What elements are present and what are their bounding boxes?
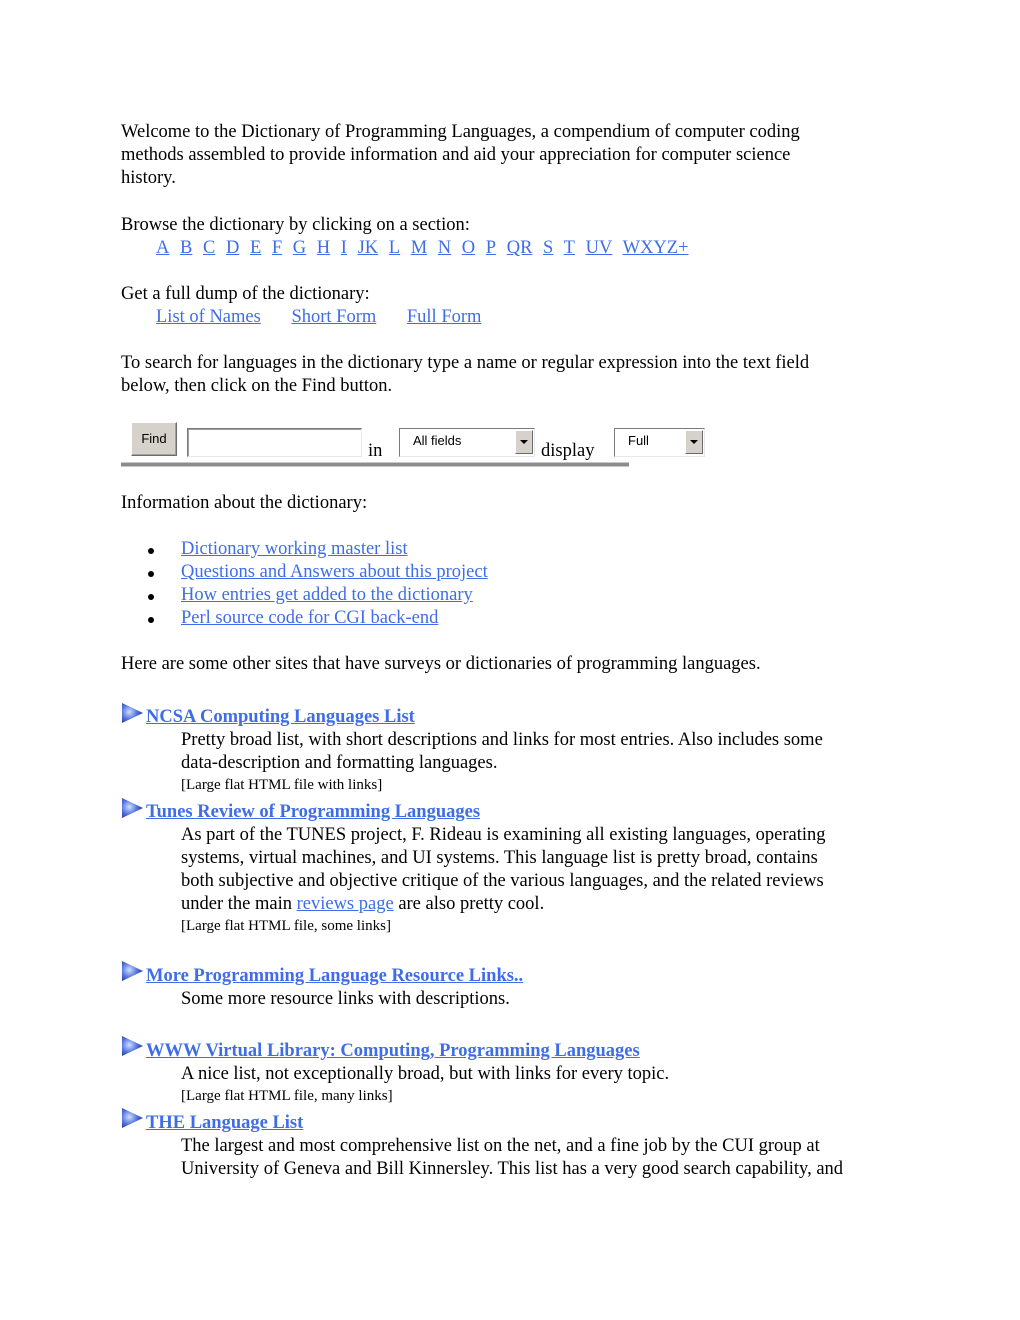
- field-select[interactable]: All fields: [399, 428, 535, 457]
- description-line: Pretty broad list, with short descriptio…: [181, 730, 823, 750]
- section-link-f[interactable]: F: [272, 238, 282, 258]
- search-form: Find in All fields display Full: [121, 421, 705, 469]
- section-link-m[interactable]: M: [411, 238, 427, 258]
- site-note: [Large flat HTML file, many links]: [181, 1088, 393, 1104]
- site-note: [Large flat HTML file, some links]: [181, 918, 391, 934]
- section-link-jk[interactable]: JK: [358, 238, 379, 258]
- section-link-h[interactable]: H: [317, 238, 330, 258]
- browse-label: Browse the dictionary by clicking on a s…: [121, 215, 470, 235]
- description-line: A nice list, not exceptionally broad, bu…: [181, 1064, 670, 1084]
- list-item: How entries get added to the dictionary: [121, 584, 488, 607]
- section-link-qr[interactable]: QR: [507, 238, 533, 258]
- language-list-link[interactable]: THE Language List: [146, 1112, 303, 1135]
- description-line: systems, virtual machines, and UI system…: [181, 848, 818, 868]
- site-note: [Large flat HTML file with links]: [181, 777, 383, 793]
- intro-line: Welcome to the Dictionary of Programming…: [121, 122, 800, 142]
- description-line: data-description and formatting language…: [181, 753, 498, 773]
- section-link-l[interactable]: L: [389, 238, 400, 258]
- field-select-value: All fields: [413, 433, 462, 448]
- arrow-bullet-icon: [122, 703, 143, 723]
- search-instructions: To search for languages in the dictionar…: [121, 352, 809, 398]
- tunes-review-link[interactable]: Tunes Review of Programming Languages: [146, 801, 480, 824]
- section-link-p[interactable]: P: [486, 238, 496, 258]
- chevron-down-icon[interactable]: [515, 430, 533, 454]
- section-link-c[interactable]: C: [203, 238, 215, 258]
- arrow-bullet-icon: [122, 1036, 143, 1056]
- info-label: Information about the dictionary:: [121, 493, 368, 513]
- chevron-down-icon[interactable]: [685, 430, 703, 454]
- section-link-wxyz[interactable]: WXYZ+: [623, 238, 689, 258]
- list-item: Dictionary working master list: [121, 538, 488, 561]
- description-line: The largest and most comprehensive list …: [181, 1136, 820, 1156]
- section-link-a[interactable]: A: [156, 238, 169, 258]
- list-of-names-link[interactable]: List of Names: [156, 307, 261, 327]
- description-text: are also pretty cool.: [393, 894, 545, 914]
- search-input[interactable]: [187, 428, 362, 457]
- www-virtual-library-link[interactable]: WWW Virtual Library: Computing, Programm…: [146, 1040, 640, 1063]
- short-form-link[interactable]: Short Form: [291, 307, 376, 327]
- description-line: both subjective and objective critique o…: [181, 871, 824, 891]
- description-line: under the main reviews page are also pre…: [181, 893, 911, 916]
- section-link-e[interactable]: E: [250, 238, 261, 258]
- dump-links: List of Names Short Form Full Form: [156, 306, 507, 329]
- full-form-link[interactable]: Full Form: [407, 307, 482, 327]
- intro-line: methods assembled to provide information…: [121, 145, 791, 165]
- more-resources-link[interactable]: More Programming Language Resource Links…: [146, 965, 523, 988]
- list-item: Questions and Answers about this project: [121, 561, 488, 584]
- arrow-bullet-icon: [122, 1108, 143, 1128]
- display-select[interactable]: Full: [614, 428, 705, 457]
- description-line: University of Geneva and Bill Kinnersley…: [181, 1159, 844, 1179]
- description-text: under the main: [181, 894, 297, 914]
- other-sites-label: Here are some other sites that have surv…: [121, 654, 761, 674]
- master-list-link[interactable]: Dictionary working master list: [181, 539, 408, 559]
- section-index: A B C D E F G H I JK L M N O P QR S T UV…: [156, 237, 695, 260]
- display-select-value: Full: [628, 433, 649, 448]
- qa-link[interactable]: Questions and Answers about this project: [181, 562, 488, 582]
- section-link-s[interactable]: S: [543, 238, 553, 258]
- list-item: Perl source code for CGI back-end: [121, 607, 488, 630]
- section-link-d[interactable]: D: [226, 238, 239, 258]
- search-instructions-line: To search for languages in the dictionar…: [121, 353, 810, 373]
- in-label: in: [368, 441, 383, 461]
- reviews-page-link[interactable]: reviews page: [297, 894, 394, 914]
- section-link-o[interactable]: O: [462, 238, 475, 258]
- site-description: The largest and most comprehensive list …: [181, 1135, 911, 1181]
- section-link-uv[interactable]: UV: [586, 238, 613, 258]
- search-instructions-line: below, then click on the Find button.: [121, 376, 393, 396]
- entries-added-link[interactable]: How entries get added to the dictionary: [181, 585, 473, 605]
- intro-line: history.: [121, 168, 176, 188]
- section-link-i[interactable]: I: [341, 238, 347, 258]
- site-description: As part of the TUNES project, F. Rideau …: [181, 824, 911, 916]
- display-label: display: [541, 441, 595, 461]
- section-link-g[interactable]: G: [293, 238, 306, 258]
- site-description: A nice list, not exceptionally broad, bu…: [181, 1063, 911, 1086]
- info-list: Dictionary working master list Questions…: [121, 538, 488, 630]
- dump-label: Get a full dump of the dictionary:: [121, 284, 370, 304]
- section-link-b[interactable]: B: [180, 238, 192, 258]
- section-link-t[interactable]: T: [564, 238, 575, 258]
- arrow-bullet-icon: [122, 961, 143, 981]
- arrow-bullet-icon: [122, 798, 143, 818]
- ncsa-list-link[interactable]: NCSA Computing Languages List: [146, 706, 415, 729]
- intro-paragraph: Welcome to the Dictionary of Programming…: [121, 121, 800, 190]
- description-line: Some more resource links with descriptio…: [181, 989, 510, 1009]
- site-description: Some more resource links with descriptio…: [181, 988, 911, 1011]
- find-button[interactable]: Find: [131, 422, 177, 456]
- site-description: Pretty broad list, with short descriptio…: [181, 729, 911, 775]
- section-link-n[interactable]: N: [438, 238, 451, 258]
- perl-source-link[interactable]: Perl source code for CGI back-end: [181, 608, 438, 628]
- horizontal-rule: [121, 462, 629, 467]
- description-line: As part of the TUNES project, F. Rideau …: [181, 825, 826, 845]
